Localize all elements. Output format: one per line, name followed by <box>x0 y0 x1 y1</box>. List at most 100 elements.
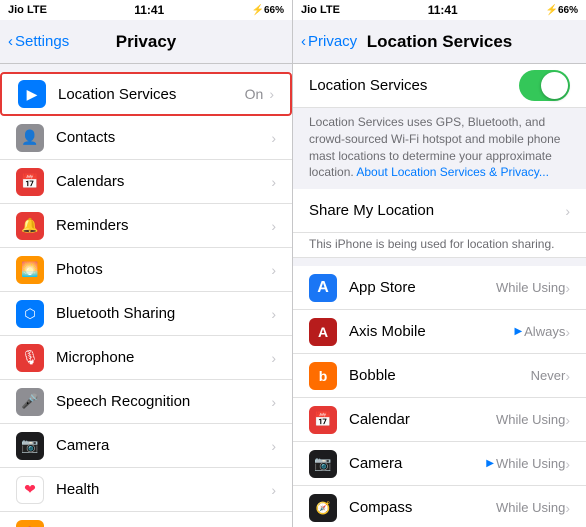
axis-mobile-chevron: › <box>565 324 570 340</box>
right-panel: Jio LTE 11:41 ⚡66% ‹ Privacy Location Se… <box>293 0 586 527</box>
calendars-label: Calendars <box>56 173 271 190</box>
axis-mobile-perm: ▶ Always <box>514 324 565 339</box>
camera-chevron: › <box>271 438 276 454</box>
bobble-perm: Never <box>531 368 566 383</box>
left-back-label: Settings <box>15 33 69 50</box>
speech-icon: 🎤 <box>16 388 44 416</box>
right-back-label: Privacy <box>308 33 357 50</box>
share-chevron: › <box>565 203 570 219</box>
about-link[interactable]: About Location Services & Privacy... <box>356 165 549 179</box>
reminders-label: Reminders <box>56 217 271 234</box>
contacts-chevron: › <box>271 130 276 146</box>
compass-icon: 🧭 <box>309 494 337 522</box>
calendar-perm: While Using <box>496 412 565 427</box>
app-store-name: App Store <box>349 279 496 296</box>
compass-perm: While Using <box>496 500 565 515</box>
app-list: A App Store While Using › A Axis Mobile … <box>293 266 586 527</box>
left-status-bar: Jio LTE 11:41 ⚡66% <box>0 0 292 20</box>
list-item-reminders[interactable]: 🔔 Reminders › <box>0 204 292 248</box>
bobble-name: Bobble <box>349 367 531 384</box>
bluetooth-label: Bluetooth Sharing <box>56 305 271 322</box>
camera-app-icon: 📷 <box>309 450 337 478</box>
list-item-photos[interactable]: 🌅 Photos › <box>0 248 292 292</box>
axis-arrow-icon: ▶ <box>514 326 522 337</box>
right-back-button[interactable]: ‹ Privacy <box>301 33 357 50</box>
bluetooth-chevron: › <box>271 306 276 322</box>
microphone-icon: 🎙 <box>16 344 44 372</box>
camera-app-perm: ▶ While Using <box>486 456 565 471</box>
left-panel: Jio LTE 11:41 ⚡66% ‹ Settings Privacy ▶ … <box>0 0 293 527</box>
toggle-label: Location Services <box>309 77 519 94</box>
right-list: Location Services Location Services uses… <box>293 64 586 527</box>
right-status-bar: Jio LTE 11:41 ⚡66% <box>293 0 586 20</box>
bluetooth-icon: ⬡ <box>16 300 44 328</box>
app-row-camera[interactable]: 📷 Camera ▶ While Using › <box>293 442 586 486</box>
share-location-row[interactable]: Share My Location › <box>293 189 586 233</box>
left-list-container: ▶ Location Services On › 👤 Contacts › 📅 … <box>0 64 292 527</box>
calendar-name: Calendar <box>349 411 496 428</box>
camera-app-name: Camera <box>349 455 486 472</box>
list-item-speech[interactable]: 🎤 Speech Recognition › <box>0 380 292 424</box>
list-item-bluetooth[interactable]: ⬡ Bluetooth Sharing › <box>0 292 292 336</box>
right-carrier: Jio LTE <box>301 4 340 16</box>
list-item-health[interactable]: ❤ Health › <box>0 468 292 512</box>
app-row-bobble[interactable]: b Bobble Never › <box>293 354 586 398</box>
left-time: 11:41 <box>134 3 164 17</box>
contacts-icon: 👤 <box>16 124 44 152</box>
calendar-chevron: › <box>565 412 570 428</box>
list-item-calendars[interactable]: 📅 Calendars › <box>0 160 292 204</box>
right-nav-title: Location Services <box>367 32 513 52</box>
right-time: 11:41 <box>428 3 458 17</box>
left-list-section: ▶ Location Services On › 👤 Contacts › 📅 … <box>0 72 292 527</box>
reminders-icon: 🔔 <box>16 212 44 240</box>
reminders-chevron: › <box>271 218 276 234</box>
app-row-calendar[interactable]: 📅 Calendar While Using › <box>293 398 586 442</box>
camera-icon: 📷 <box>16 432 44 460</box>
toggle-section: Location Services <box>293 64 586 108</box>
left-chevron-icon: ‹ <box>8 33 13 50</box>
app-store-icon: A <box>309 274 337 302</box>
location-services-value: On <box>245 86 264 102</box>
photos-icon: 🌅 <box>16 256 44 284</box>
axis-mobile-name: Axis Mobile <box>349 323 514 340</box>
calendars-icon: 📅 <box>16 168 44 196</box>
right-chevron-icon: ‹ <box>301 33 306 50</box>
microphone-chevron: › <box>271 350 276 366</box>
camera-label: Camera <box>56 437 271 454</box>
location-services-icon: ▶ <box>18 80 46 108</box>
location-services-chevron: › <box>269 86 274 102</box>
app-row-compass[interactable]: 🧭 Compass While Using › <box>293 486 586 527</box>
axis-mobile-icon: A <box>309 318 337 346</box>
share-section: Share My Location › This iPhone is being… <box>293 189 586 258</box>
calendars-chevron: › <box>271 174 276 190</box>
app-row-axis-mobile[interactable]: A Axis Mobile ▶ Always › <box>293 310 586 354</box>
compass-name: Compass <box>349 499 496 516</box>
calendar-icon: 📅 <box>309 406 337 434</box>
location-toggle[interactable] <box>519 70 570 101</box>
app-store-chevron: › <box>565 280 570 296</box>
list-item-homekit[interactable]: 🏠 HomeKit › <box>0 512 292 527</box>
app-row-app-store[interactable]: A App Store While Using › <box>293 266 586 310</box>
health-icon: ❤ <box>16 476 44 504</box>
microphone-label: Microphone <box>56 349 271 366</box>
list-item-contacts[interactable]: 👤 Contacts › <box>0 116 292 160</box>
list-item-camera[interactable]: 📷 Camera › <box>0 424 292 468</box>
location-services-label: Location Services <box>58 86 245 103</box>
left-back-button[interactable]: ‹ Settings <box>8 33 69 50</box>
bobble-icon: b <box>309 362 337 390</box>
speech-label: Speech Recognition <box>56 393 271 410</box>
share-sublabel: This iPhone is being used for location s… <box>293 233 586 258</box>
contacts-label: Contacts <box>56 129 271 146</box>
camera-app-chevron: › <box>565 456 570 472</box>
location-toggle-row[interactable]: Location Services <box>293 64 586 108</box>
share-location-label: Share My Location <box>309 202 565 219</box>
photos-chevron: › <box>271 262 276 278</box>
left-carrier: Jio LTE <box>8 4 47 16</box>
list-item-microphone[interactable]: 🎙 Microphone › <box>0 336 292 380</box>
bobble-chevron: › <box>565 368 570 384</box>
photos-label: Photos <box>56 261 271 278</box>
speech-chevron: › <box>271 394 276 410</box>
left-status-icons: ⚡66% <box>252 5 284 16</box>
list-item-location-services[interactable]: ▶ Location Services On › <box>0 72 292 116</box>
location-description: Location Services uses GPS, Bluetooth, a… <box>293 108 586 189</box>
